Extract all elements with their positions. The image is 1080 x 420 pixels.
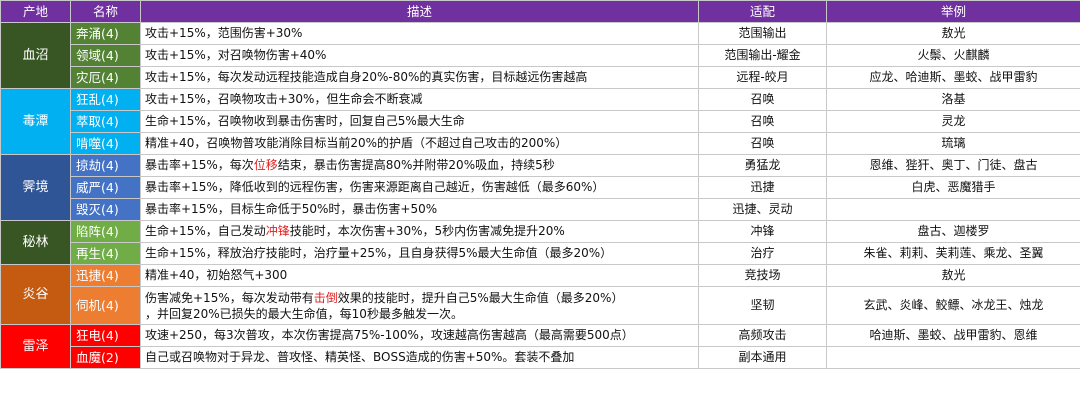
set-name: 伺机(4)	[70, 286, 141, 325]
desc-highlight: 击倒	[313, 290, 338, 305]
desc-text: 伤害减免+15%，每次发动带有	[145, 290, 314, 305]
set-name: 陷阵(4)	[70, 220, 141, 243]
set-example: 应龙、哈迪斯、墨蛟、战甲雷豹	[826, 66, 1080, 89]
header-name: 名称	[70, 0, 141, 23]
set-fit: 勇猛龙	[698, 154, 827, 177]
set-fit: 范围输出-耀金	[698, 44, 827, 67]
set-description: 攻击+15%，范围伤害+30%	[140, 22, 699, 45]
set-description: 暴击率+15%，每次位移结束，暴击伤害提高80%并附带20%吸血，持续5秒	[140, 154, 699, 177]
set-example: 敖光	[826, 22, 1080, 45]
table-row: 霁境 掠劫(4) 暴击率+15%，每次位移结束，暴击伤害提高80%并附带20%吸…	[0, 154, 1080, 221]
table-header-row: 产地 名称 描述 适配 举例	[0, 0, 1080, 23]
set-fit: 召唤	[698, 110, 827, 133]
set-description: 生命+15%，释放治疗技能时，治疗量+25%，且自身获得5%最大生命值（最多20…	[140, 242, 699, 265]
set-description: 攻击+15%，每次发动远程技能造成自身20%-80%的真实伤害，目标越远伤害越高	[140, 66, 699, 89]
set-description: 暴击率+15%，降低收到的远程伤害，伤害来源距离自己越近，伤害越低（最多60%）	[140, 176, 699, 199]
table-row: 秘林 陷阵(4) 生命+15%，自己发动冲锋技能时，本次伤害+30%，5秒内伤害…	[0, 220, 1080, 265]
set-description: 攻击+15%，召唤物攻击+30%，但生命会不断衰减	[140, 88, 699, 111]
table-row: 领域(4) 攻击+15%，对召唤物伤害+40% 范围输出-耀金 火鬃、火麒麟	[1, 44, 1080, 67]
table-row: 萃取(4) 生命+15%，召唤物收到暴击伤害时，回复自己5%最大生命 召唤 灵龙	[1, 110, 1080, 133]
table-row: 血沼 奔涌(4) 攻击+15%，范围伤害+30% 范围输出 敖光	[0, 22, 1080, 89]
desc-text: 生命+15%，自己发动	[145, 224, 266, 238]
set-fit: 迅捷	[698, 176, 827, 199]
set-example: 敖光	[826, 264, 1080, 287]
set-description: 精准+40，召唤物普攻能消除目标当前20%的护盾（不超过自己攻击的200%）	[140, 132, 699, 155]
desc-highlight: 冲锋	[265, 224, 290, 238]
set-example: 琉璃	[826, 132, 1080, 155]
set-example	[826, 198, 1080, 221]
set-description: 自己或召唤物对于异龙、普攻怪、精英怪、BOSS造成的伤害+50%。套装不叠加	[140, 346, 699, 369]
set-name: 萃取(4)	[70, 110, 141, 133]
set-name: 威严(4)	[70, 176, 141, 199]
set-fit: 召唤	[698, 88, 827, 111]
set-example: 朱雀、莉莉、芙莉莲、乘龙、圣翼	[826, 242, 1080, 265]
set-name: 血魔(2)	[70, 346, 141, 369]
set-name: 啃噬(4)	[70, 132, 141, 155]
region-cell-jungle: 秘林	[0, 220, 71, 265]
set-name: 狂电(4)	[70, 324, 141, 347]
header-region: 产地	[0, 0, 71, 23]
set-name: 灾厄(4)	[70, 66, 141, 89]
table-row: 毁灭(4) 暴击率+15%，目标生命低于50%时，暴击伤害+50% 迅捷、灵动	[1, 198, 1080, 221]
set-name: 奔涌(4)	[70, 22, 141, 45]
set-name: 领域(4)	[70, 44, 141, 67]
set-fit: 坚韧	[698, 286, 827, 325]
set-description: 攻速+250，每3次普攻，本次伤害提高75%-100%，攻速越高伤害越高（最高需…	[140, 324, 699, 347]
set-example: 火鬃、火麒麟	[826, 44, 1080, 67]
set-fit: 竞技场	[698, 264, 827, 287]
set-fit: 范围输出	[698, 22, 827, 45]
region-cell-poison: 毒潭	[0, 88, 71, 155]
set-example: 灵龙	[826, 110, 1080, 133]
desc-text: 暴击率+15%，每次	[145, 158, 254, 172]
set-fit: 治疗	[698, 242, 827, 265]
set-fit: 高频攻击	[698, 324, 827, 347]
table-row: 炎谷 迅捷(4) 精准+40，初始怒气+300 竞技场 敖光	[0, 264, 1080, 325]
set-example: 恩维、狴犴、奥丁、门徒、盘古	[826, 154, 1080, 177]
set-name: 迅捷(4)	[70, 264, 141, 287]
set-description: 生命+15%，自己发动冲锋技能时，本次伤害+30%，5秒内伤害减免提升20%	[140, 220, 699, 243]
set-fit: 副本通用	[698, 346, 827, 369]
set-name: 狂乱(4)	[70, 88, 141, 111]
set-description: 伤害减免+15%，每次发动带有击倒效果的技能时，提升自己5%最大生命值（最多20…	[140, 286, 699, 325]
table-row: 伺机(4) 伤害减免+15%，每次发动带有击倒效果的技能时，提升自己5%最大生命…	[1, 286, 1080, 325]
table-row: 灾厄(4) 攻击+15%，每次发动远程技能造成自身20%-80%的真实伤害，目标…	[1, 66, 1080, 89]
set-fit: 召唤	[698, 132, 827, 155]
set-name: 再生(4)	[70, 242, 141, 265]
equipment-set-table: 产地 名称 描述 适配 举例 血沼 奔涌(4) 攻击+15%，范围伤害+30% …	[0, 0, 1080, 369]
table-row: 毒潭 狂乱(4) 攻击+15%，召唤物攻击+30%，但生命会不断衰减 召唤 洛基	[0, 88, 1080, 155]
set-description: 精准+40，初始怒气+300	[140, 264, 699, 287]
set-name: 掠劫(4)	[70, 154, 141, 177]
set-description: 攻击+15%，对召唤物伤害+40%	[140, 44, 699, 67]
table-row: 威严(4) 暴击率+15%，降低收到的远程伤害，伤害来源距离自己越近，伤害越低（…	[1, 176, 1080, 199]
set-fit: 迅捷、灵动	[698, 198, 827, 221]
table-row: 血魔(2) 自己或召唤物对于异龙、普攻怪、精英怪、BOSS造成的伤害+50%。套…	[1, 346, 1080, 369]
desc-highlight: 位移	[253, 158, 278, 172]
region-cell-flame: 炎谷	[0, 264, 71, 325]
table-row: 再生(4) 生命+15%，释放治疗技能时，治疗量+25%，且自身获得5%最大生命…	[1, 242, 1080, 265]
set-example	[826, 346, 1080, 369]
set-name: 毁灭(4)	[70, 198, 141, 221]
desc-text: 效果的技能时，提升自己5%最大生命值（最多20%）	[337, 290, 624, 305]
table-row: 雷泽 狂电(4) 攻速+250，每3次普攻，本次伤害提高75%-100%，攻速越…	[0, 324, 1080, 369]
desc-text: ，并回复20%已损失的最大生命值，每10秒最多触发一次。	[145, 306, 463, 321]
table-row: 啃噬(4) 精准+40，召唤物普攻能消除目标当前20%的护盾（不超过自己攻击的2…	[1, 132, 1080, 155]
desc-text: 技能时，本次伤害+30%，5秒内伤害减免提升20%	[289, 224, 565, 238]
desc-text: 结束，暴击伤害提高80%并附带20%吸血，持续5秒	[277, 158, 555, 172]
set-example: 盘古、迦楼罗	[826, 220, 1080, 243]
header-example: 举例	[826, 0, 1080, 23]
set-description: 生命+15%，召唤物收到暴击伤害时，回复自己5%最大生命	[140, 110, 699, 133]
set-fit: 冲锋	[698, 220, 827, 243]
set-fit: 远程-皎月	[698, 66, 827, 89]
set-description: 暴击率+15%，目标生命低于50%时，暴击伤害+50%	[140, 198, 699, 221]
region-cell-blood: 血沼	[0, 22, 71, 89]
region-cell-fog: 霁境	[0, 154, 71, 221]
set-example: 白虎、恶魔猎手	[826, 176, 1080, 199]
region-cell-thunder: 雷泽	[0, 324, 71, 369]
header-description: 描述	[140, 0, 699, 23]
set-example: 哈迪斯、墨蛟、战甲雷豹、恩维	[826, 324, 1080, 347]
set-example: 洛基	[826, 88, 1080, 111]
set-example: 玄武、炎峰、鲛鳔、冰龙王、烛龙	[826, 286, 1080, 325]
header-fit: 适配	[698, 0, 827, 23]
